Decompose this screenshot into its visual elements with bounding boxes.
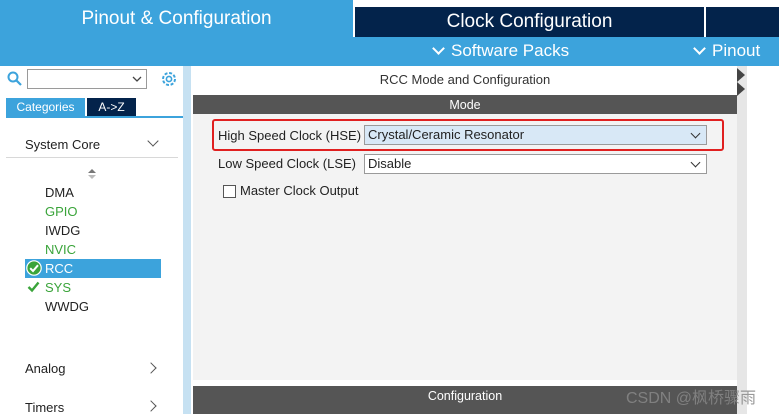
sort-icon[interactable] [87, 168, 97, 180]
peripheral-iwdg[interactable]: IWDG [45, 223, 80, 238]
pinout-menu[interactable]: Pinout [693, 41, 761, 61]
check-icon [27, 281, 40, 293]
software-packs-menu[interactable]: Software Packs [432, 41, 570, 61]
category-system-core[interactable]: System Core [25, 137, 100, 152]
tab-clock-configuration[interactable]: Clock Configuration [355, 7, 704, 37]
collapse-arrow-icon[interactable] [737, 68, 745, 82]
gear-icon[interactable] [160, 70, 178, 88]
peripheral-dma[interactable]: DMA [45, 185, 74, 200]
peripheral-gpio[interactable]: GPIO [45, 204, 78, 219]
side-collapse-strip[interactable] [737, 66, 747, 414]
tab-overflow[interactable] [706, 7, 779, 37]
chevron-down-icon [690, 157, 701, 168]
hse-highlight-box [212, 119, 724, 151]
mode-section-header[interactable]: Mode [193, 95, 737, 114]
right-margin [747, 66, 779, 414]
watermark: CSDN @枫桥骤雨 [626, 390, 757, 407]
master-clock-output-label[interactable]: Master Clock Output [240, 183, 359, 198]
tab-a-z[interactable]: A->Z [87, 98, 136, 116]
peripheral-sys[interactable]: SYS [45, 280, 71, 295]
search-icon[interactable] [7, 71, 22, 86]
chevron-down-icon[interactable] [131, 73, 143, 85]
software-packs-label: Software Packs [451, 41, 570, 60]
check-circle-icon [26, 260, 42, 276]
master-clock-output-checkbox[interactable] [223, 185, 236, 198]
peripheral-rcc[interactable]: RCC [45, 261, 73, 276]
lse-select[interactable]: Disable [364, 154, 707, 174]
category-timers[interactable]: Timers [25, 400, 64, 415]
peripheral-wwdg[interactable]: WWDG [45, 299, 89, 314]
chevron-down-icon [432, 41, 445, 55]
chevron-down-icon [693, 41, 706, 55]
lse-label: Low Speed Clock (LSE) [218, 156, 357, 171]
search-input[interactable] [27, 69, 147, 89]
panel-title: RCC Mode and Configuration [379, 72, 551, 87]
collapse-arrow-icon[interactable] [737, 82, 745, 96]
tab-categories[interactable]: Categories [6, 98, 85, 116]
tab-underline [6, 116, 183, 118]
peripheral-nvic[interactable]: NVIC [45, 242, 76, 257]
divider [6, 157, 178, 158]
lse-select-value: Disable [368, 156, 412, 171]
tab-pinout-configuration[interactable]: Pinout & Configuration [0, 0, 353, 37]
category-analog[interactable]: Analog [25, 361, 65, 376]
pinout-label: Pinout [712, 41, 761, 60]
secondary-toolbar: Software Packs Pinout [0, 37, 779, 66]
panel-splitter[interactable] [183, 66, 191, 414]
